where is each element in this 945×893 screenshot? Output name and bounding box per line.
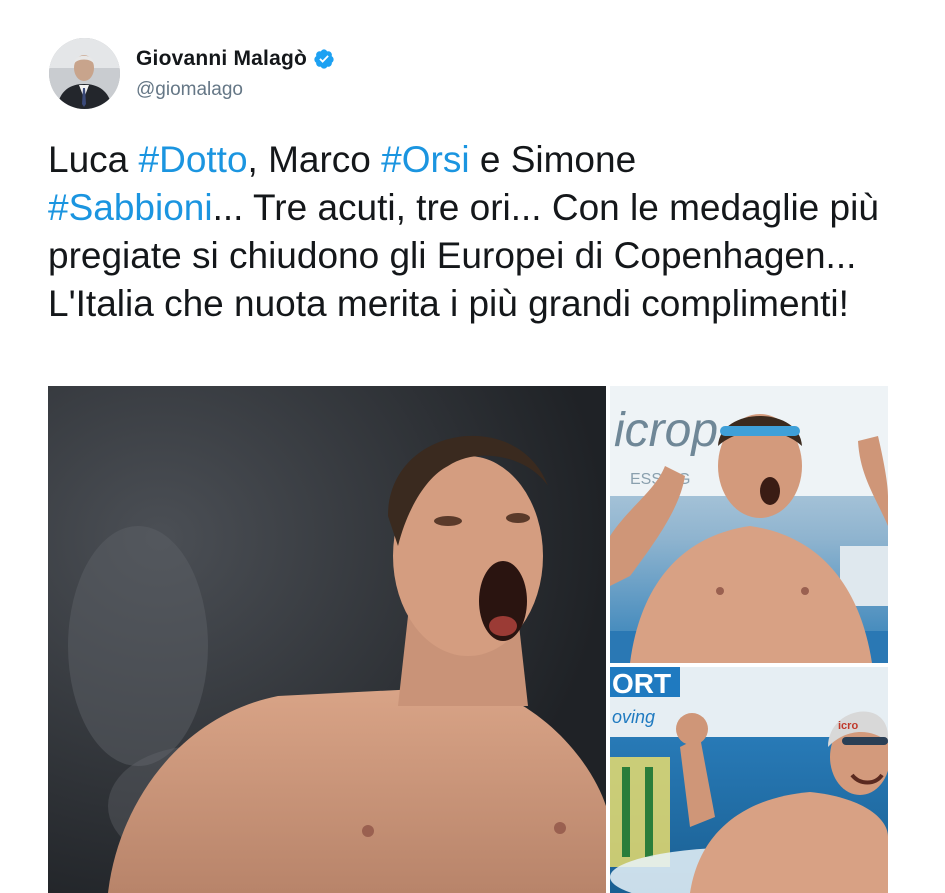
author-handle[interactable]: @giomalago (136, 79, 243, 101)
hashtag-sabbioni-link[interactable]: #Sabbioni (48, 187, 213, 228)
avatar[interactable] (49, 38, 120, 109)
swimmer-flexing-image: icrop ESSING (610, 386, 888, 663)
tweet-text: Luca #Dotto, Marco #Orsi e Simone #Sabbi… (48, 136, 908, 328)
hashtag-dotto-link[interactable]: #Dotto (139, 139, 248, 180)
author-name-row[interactable]: Giovanni Malagò (136, 44, 335, 74)
media-grid: icrop ESSING (48, 386, 888, 893)
tweet-text-segment: , Marco (247, 139, 382, 180)
tweet-card: Giovanni Malagò @giomalago Luca #Dotto, … (0, 0, 945, 893)
banner-text: ORT (612, 668, 671, 699)
tweet-text-segment: e Simone (469, 139, 637, 180)
media-photo-swimmer-celebrating[interactable] (48, 386, 606, 893)
swimmer-splashing-image: ORT oving icro (610, 667, 888, 893)
person-portrait-avatar-icon (49, 38, 120, 109)
verified-badge-icon (313, 48, 335, 70)
media-photo-swimmer-flexing[interactable]: icrop ESSING (610, 386, 888, 663)
banner-subtext: oving (612, 707, 655, 727)
author-display-name[interactable]: Giovanni Malagò (136, 47, 307, 71)
media-photo-swimmer-splashing[interactable]: ORT oving icro (610, 667, 888, 893)
swimmer-celebrating-image (48, 386, 606, 893)
banner-text: icrop (614, 404, 718, 457)
cap-text: icro (838, 720, 858, 732)
hashtag-orsi-link[interactable]: #Orsi (381, 139, 469, 180)
tweet-text-segment: Luca (48, 139, 139, 180)
